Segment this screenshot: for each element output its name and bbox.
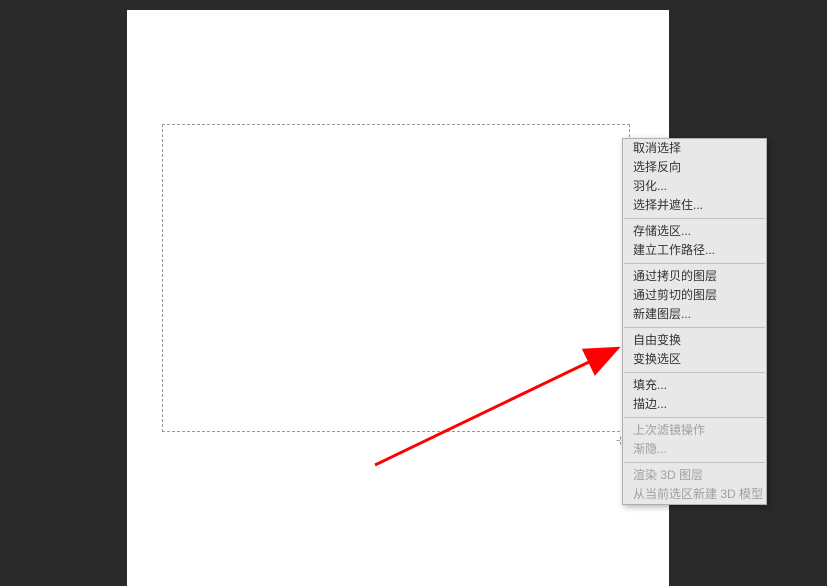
context-menu-item[interactable]: 变换选区 xyxy=(623,350,766,369)
context-menu-item[interactable]: 通过拷贝的图层 xyxy=(623,267,766,286)
context-menu-item: 渐隐... xyxy=(623,440,766,459)
context-menu-item: 上次滤镜操作 xyxy=(623,421,766,440)
menu-separator xyxy=(624,218,765,219)
menu-separator xyxy=(624,263,765,264)
context-menu-item[interactable]: 自由变换 xyxy=(623,331,766,350)
menu-separator xyxy=(624,372,765,373)
context-menu: 取消选择选择反向羽化...选择并遮住... 存储选区...建立工作路径... 通过拷… xyxy=(622,138,767,505)
context-menu-item[interactable]: 描边... xyxy=(623,395,766,414)
menu-separator xyxy=(624,462,765,463)
menu-separator xyxy=(624,327,765,328)
context-menu-item[interactable]: 填充... xyxy=(623,376,766,395)
context-menu-item[interactable]: 新建图层... xyxy=(623,305,766,324)
context-menu-item[interactable]: 存储选区... xyxy=(623,222,766,241)
context-menu-item[interactable]: 通过剪切的图层 xyxy=(623,286,766,305)
context-menu-item[interactable]: 建立工作路径... xyxy=(623,241,766,260)
context-menu-item: 从当前选区新建 3D 模型 xyxy=(623,485,766,504)
context-menu-item[interactable]: 选择反向 xyxy=(623,158,766,177)
selection-marquee[interactable] xyxy=(162,124,630,432)
context-menu-item: 渲染 3D 图层 xyxy=(623,466,766,485)
context-menu-item[interactable]: 取消选择 xyxy=(623,139,766,158)
context-menu-item[interactable]: 选择并遮住... xyxy=(623,196,766,215)
menu-separator xyxy=(624,417,765,418)
context-menu-item[interactable]: 羽化... xyxy=(623,177,766,196)
